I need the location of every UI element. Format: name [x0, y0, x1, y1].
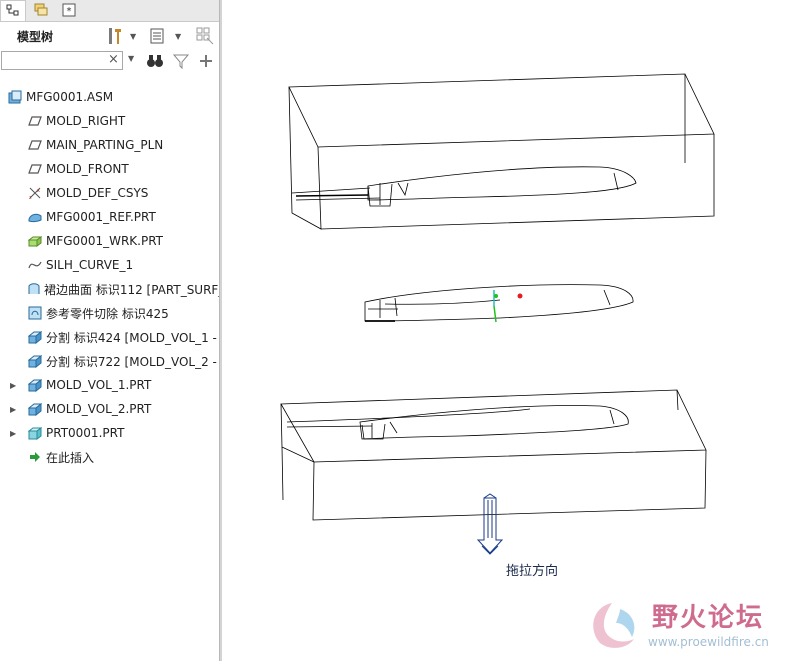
curve-icon [27, 257, 43, 273]
tree-item[interactable]: 参考零件切除 标识425 [0, 301, 219, 325]
filter-icon[interactable] [172, 52, 190, 70]
watermark-url: www.proewildfire.cn [648, 635, 769, 649]
volume-icon [27, 401, 43, 417]
tree-item[interactable]: MOLD_FRONT [0, 157, 219, 181]
surface-icon [27, 281, 41, 297]
tree-item-label: 在此插入 [46, 450, 95, 465]
tree-item-label: MOLD_VOL_1.PRT [46, 378, 152, 392]
favorites-tab[interactable]: * [56, 0, 82, 20]
clear-search-icon[interactable]: × [108, 52, 119, 67]
tree-item[interactable]: MAIN_PARTING_PLN [0, 133, 219, 157]
tree-item-label: MFG0001_WRK.PRT [46, 234, 164, 248]
reference-part [364, 284, 634, 322]
tree-item[interactable]: 分割 标识424 [MOLD_VOL_1 - [0, 325, 219, 349]
tree-item-label: PRT0001.PRT [46, 426, 125, 440]
search-row: × ▼ [0, 50, 219, 72]
tree-item[interactable]: ▶ MOLD_VOL_2.PRT [0, 397, 219, 421]
part-icon [27, 425, 43, 441]
tree-item[interactable]: 在此插入 [0, 445, 219, 469]
settings-button[interactable]: ▼ [106, 25, 136, 47]
datum-plane-icon [27, 137, 43, 153]
tree-item[interactable]: ▶ PRT0001.PRT [0, 421, 219, 445]
tree-item[interactable]: MFG0001.ASM [0, 85, 219, 109]
watermark-title: 野火论坛 [652, 603, 765, 633]
tree-item-label: 分割 标识722 [MOLD_VOL_2 - [46, 354, 217, 369]
tree-item-label: MOLD_VOL_2.PRT [46, 402, 152, 416]
split-icon [27, 329, 43, 345]
workpiece-icon [27, 233, 43, 249]
tree-item[interactable]: MFG0001_WRK.PRT [0, 229, 219, 253]
favorites-tab-icon: * [62, 3, 76, 17]
cutout-icon [27, 305, 43, 321]
svg-text:z: z [29, 195, 32, 200]
tree-item-label: MOLD_FRONT [46, 162, 129, 176]
model-tree-tab-icon [6, 4, 19, 16]
tree-item-label: 裙边曲面 标识112 [PART_SURF_ [44, 282, 225, 297]
graphics-viewport[interactable]: 拖拉方向 野火论坛 www.proewildfire.cn [222, 0, 791, 661]
tree-item-label: 参考零件切除 标识425 [46, 306, 169, 321]
tree-item[interactable]: MOLD_RIGHT [0, 109, 219, 133]
tree-title: 模型树 [17, 30, 54, 44]
model-tree: MFG0001.ASM MOLD_RIGHT MAIN_PARTING_PLN MOL… [0, 85, 224, 469]
upper-mold-volume [288, 73, 715, 230]
assembly-icon [7, 89, 23, 105]
chevron-down-icon: ▼ [175, 31, 182, 41]
tree-header: 模型树 ▼ ▼ [0, 22, 219, 49]
tree-item-label: SILH_CURVE_1 [46, 258, 134, 272]
chevron-down-icon: ▼ [130, 31, 137, 41]
tree-item-label: 分割 标识424 [MOLD_VOL_1 - [46, 330, 217, 345]
svg-text:*: * [67, 6, 72, 17]
binoculars-icon[interactable] [146, 52, 164, 70]
datum-plane-icon [27, 161, 43, 177]
tree-item-label: MAIN_PARTING_PLN [46, 138, 164, 152]
ref-part-icon [27, 209, 43, 225]
split-icon [27, 353, 43, 369]
tree-item-label: MOLD_RIGHT [46, 114, 126, 128]
tree-item[interactable]: MFG0001_REF.PRT [0, 205, 219, 229]
watermark: 野火论坛 www.proewildfire.cn [582, 595, 787, 655]
layer-tree-tab[interactable] [28, 0, 54, 20]
search-input[interactable] [1, 51, 123, 70]
expand-arrow-icon[interactable]: ▶ [10, 405, 18, 414]
add-icon[interactable] [198, 53, 214, 69]
show-button[interactable]: ▼ [149, 25, 181, 47]
expand-arrow-icon[interactable]: ▶ [10, 381, 18, 390]
tree-item[interactable]: 分割 标识722 [MOLD_VOL_2 - [0, 349, 219, 373]
list-icon [150, 28, 164, 44]
tools-icon [109, 28, 121, 44]
grid-options-button[interactable] [195, 25, 215, 47]
tree-item[interactable]: SILH_CURVE_1 [0, 253, 219, 277]
tree-item-label: MFG0001.ASM [26, 90, 114, 104]
panel-tab-bar: * [0, 0, 219, 22]
pull-direction-label: 拖拉方向 [506, 564, 559, 579]
fire-logo-icon [593, 603, 635, 648]
model-tree-panel: * 模型树 ▼ ▼ × ▼ MFG0001.ASM MOLD_RIGHT MAIN_… [0, 0, 224, 661]
datum-plane-icon [27, 113, 43, 129]
chevron-down-icon[interactable]: ▼ [128, 54, 134, 63]
model-tree-tab[interactable] [0, 0, 26, 21]
pull-direction-arrow [476, 493, 504, 555]
tree-item[interactable]: z x MOLD_DEF_CSYS [0, 181, 219, 205]
csys-icon: zx [27, 185, 43, 201]
grid-icon [196, 27, 214, 45]
tree-item-label: MFG0001_REF.PRT [46, 210, 156, 224]
tree-item-label: MOLD_DEF_CSYS [46, 186, 149, 200]
tree-item[interactable]: 裙边曲面 标识112 [PART_SURF_ [0, 277, 224, 301]
tree-item[interactable]: ▶ MOLD_VOL_1.PRT [0, 373, 219, 397]
expand-arrow-icon[interactable]: ▶ [10, 429, 18, 438]
svg-text:x: x [37, 188, 40, 194]
layer-tree-tab-icon [34, 3, 48, 16]
lower-mold-volume [280, 389, 707, 521]
insert-here-icon [27, 449, 43, 465]
volume-icon [27, 377, 43, 393]
